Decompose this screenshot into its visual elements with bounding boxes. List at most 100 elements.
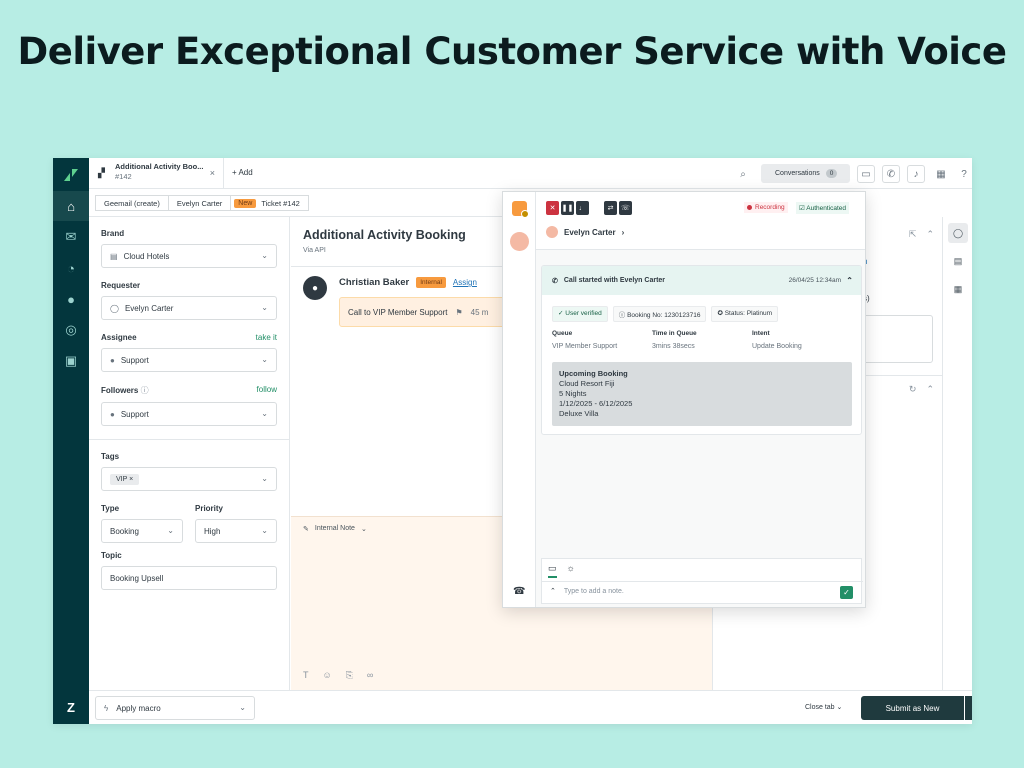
internal-badge: Internal xyxy=(416,277,446,288)
transfer-icon[interactable]: ⇄ xyxy=(604,201,617,215)
clock-icon[interactable]: ◔ xyxy=(53,253,89,283)
caller-avatar[interactable] xyxy=(510,232,529,251)
home-icon[interactable]: ⌂ xyxy=(53,191,89,221)
ticket-title: Additional Activity Booking xyxy=(303,228,466,242)
tag-chip[interactable]: VIP × xyxy=(110,473,140,485)
help-ring-icon[interactable]: ◎ xyxy=(53,315,89,345)
composer-mode-label: Internal Note xyxy=(314,525,355,532)
chevron-up-icon[interactable]: ⌃ xyxy=(550,587,556,595)
chevron-up-icon[interactable]: ⌃ xyxy=(926,229,934,240)
search-icon[interactable]: ⌕ xyxy=(734,165,752,183)
followers-select[interactable]: ● Support ⌄ xyxy=(101,402,277,426)
submit-options-button[interactable]: ⌄ xyxy=(965,696,972,720)
ticket-tab-title: Additional Activity Boo... xyxy=(115,162,204,171)
caller-link[interactable]: Evelyn Carter › xyxy=(546,226,624,238)
mail-icon[interactable]: ✉ xyxy=(53,222,89,252)
apply-macro-button[interactable]: ϟ Apply macro ⌄ xyxy=(95,696,255,720)
lightning-icon: ϟ xyxy=(104,703,109,713)
context-textarea[interactable] xyxy=(863,315,933,363)
call-card: ✆ Call started with Evelyn Carter 26/04/… xyxy=(541,265,862,435)
ticket-tab[interactable]: ▞ Additional Activity Boo... #142 × xyxy=(89,158,224,189)
chevron-up-icon[interactable]: ⌃ xyxy=(846,276,853,285)
reporting-icon[interactable]: ▣ xyxy=(53,346,89,376)
assignee-select[interactable]: ● Support ⌄ xyxy=(101,348,277,372)
note-placeholder: Type to add a note. xyxy=(563,587,624,595)
user-verified-tag: ✓ User verified xyxy=(552,306,608,322)
link-icon[interactable]: ∞ xyxy=(367,670,373,681)
breadcrumb-org[interactable]: Geemail (create) xyxy=(95,195,169,211)
pause-icon[interactable]: ❚❚ xyxy=(561,201,574,215)
type-value: Booking xyxy=(110,526,139,536)
knowledge-icon[interactable]: ▤ xyxy=(948,251,968,271)
open-external-icon[interactable]: ⇱ xyxy=(909,229,917,240)
call-card-header[interactable]: ✆ Call started with Evelyn Carter 26/04/… xyxy=(542,266,861,295)
user-icon[interactable]: ● xyxy=(53,284,89,314)
customer-context-icon[interactable]: ◯ xyxy=(948,223,968,243)
chevron-down-icon: ⌄ xyxy=(239,703,246,712)
brand-select[interactable]: ▤ Cloud Hotels ⌄ xyxy=(101,244,277,268)
requester-select[interactable]: ◯ Evelyn Carter ⌄ xyxy=(101,296,277,320)
add-tab-button[interactable]: + Add xyxy=(232,168,253,177)
dialpad-icon[interactable]: ☎ xyxy=(513,586,525,597)
assignee-value: Support xyxy=(120,355,149,365)
booking-title: Upcoming Booking xyxy=(559,369,628,378)
mute-icon[interactable]: ♩ xyxy=(576,201,589,215)
chat-icon[interactable]: ▭ xyxy=(857,165,875,183)
ticket-properties: Brand ▤ Cloud Hotels ⌄ Requester ◯ Evely… xyxy=(89,217,290,690)
suggestions-tab-icon[interactable]: ☼ xyxy=(567,563,575,578)
booking-dates: 1/12/2025 - 6/12/2025 xyxy=(559,399,633,408)
note-tab-icon[interactable]: ▭ xyxy=(548,563,557,578)
save-note-button[interactable]: ✓ xyxy=(840,586,853,599)
booking-nights: 5 Nights xyxy=(559,389,587,398)
attach-icon[interactable]: ⎘ xyxy=(346,670,353,681)
agent-status-avatar[interactable] xyxy=(512,201,529,218)
upcoming-booking: Upcoming Booking Cloud Resort Fiji 5 Nig… xyxy=(552,362,852,426)
time-in-queue-label: Time in Queue xyxy=(652,330,697,337)
topic-input[interactable]: Booking Upsell xyxy=(101,566,277,590)
call-controls-2: ⇄ ☏ xyxy=(604,201,632,215)
voice-main: ✕ ❚❚ ♩ ⇄ ☏ Recording ☑ Authenticated Eve… xyxy=(536,192,865,607)
phone-icon[interactable]: ✆ xyxy=(882,165,900,183)
chevron-down-icon: ⌄ xyxy=(261,526,268,535)
breadcrumb-requester[interactable]: Evelyn Carter xyxy=(168,195,232,211)
author-avatar[interactable]: ● xyxy=(303,276,327,300)
remove-tag-icon[interactable]: × xyxy=(129,476,133,483)
assign-link[interactable]: Assign xyxy=(453,278,477,287)
zendesk-z-icon[interactable]: Z xyxy=(53,690,89,724)
followers-value: Support xyxy=(120,409,149,419)
apply-macro-label: Apply macro xyxy=(116,703,161,713)
bell-icon[interactable]: ♪ xyxy=(907,165,925,183)
chevron-up-icon[interactable]: ⌃ xyxy=(926,384,934,395)
emoji-icon[interactable]: ☺ xyxy=(323,670,332,681)
author-name[interactable]: Christian Baker xyxy=(339,277,409,288)
breadcrumb-ticket[interactable]: New Ticket #142 xyxy=(231,195,309,211)
close-tab-icon[interactable]: × xyxy=(210,168,215,178)
note-input[interactable]: ⌃ Type to add a note. xyxy=(550,587,624,596)
apps-icon[interactable]: ▦ xyxy=(948,279,968,299)
call-event[interactable]: Call to VIP Member Support ⚑ 45 m xyxy=(339,297,519,327)
voice-panel: ☎ ✕ ❚❚ ♩ ⇄ ☏ Recording ☑ Authenticated E… xyxy=(502,191,866,608)
time-in-queue-value: 3mins 38secs xyxy=(652,343,695,350)
chevron-down-icon: ⌄ xyxy=(261,474,268,483)
keypad-icon[interactable]: ☏ xyxy=(619,201,632,215)
tags-input[interactable]: VIP × ⌄ xyxy=(101,467,277,491)
type-select[interactable]: Booking ⌄ xyxy=(101,519,183,543)
refresh-icon[interactable]: ↻ xyxy=(909,384,917,395)
hang-up-icon[interactable]: ✕ xyxy=(546,201,559,215)
booking-room: Deluxe Villa xyxy=(559,409,599,418)
submit-button[interactable]: Submit as New xyxy=(861,696,964,720)
zendesk-logo-icon[interactable] xyxy=(53,160,89,190)
text-format-icon[interactable]: T xyxy=(303,670,309,681)
priority-select[interactable]: High ⌄ xyxy=(195,519,277,543)
close-tab-select[interactable]: Close tab ⌄ xyxy=(805,703,842,711)
help-icon[interactable]: ? xyxy=(955,165,972,183)
caller-name: Evelyn Carter xyxy=(564,227,616,237)
headline: Deliver Exceptional Customer Service wit… xyxy=(17,30,1007,73)
composer-mode-select[interactable]: ✎ Internal Note ⌄ xyxy=(303,525,367,533)
conversations-button[interactable]: Conversations 0 xyxy=(761,164,850,183)
take-it-link[interactable]: take it xyxy=(256,333,277,342)
follow-link[interactable]: follow xyxy=(257,385,277,396)
queue-value: VIP Member Support xyxy=(552,343,618,350)
apps-grid-icon[interactable]: ▦ xyxy=(932,165,950,183)
note-tabs: ▭ ☼ xyxy=(548,563,575,578)
